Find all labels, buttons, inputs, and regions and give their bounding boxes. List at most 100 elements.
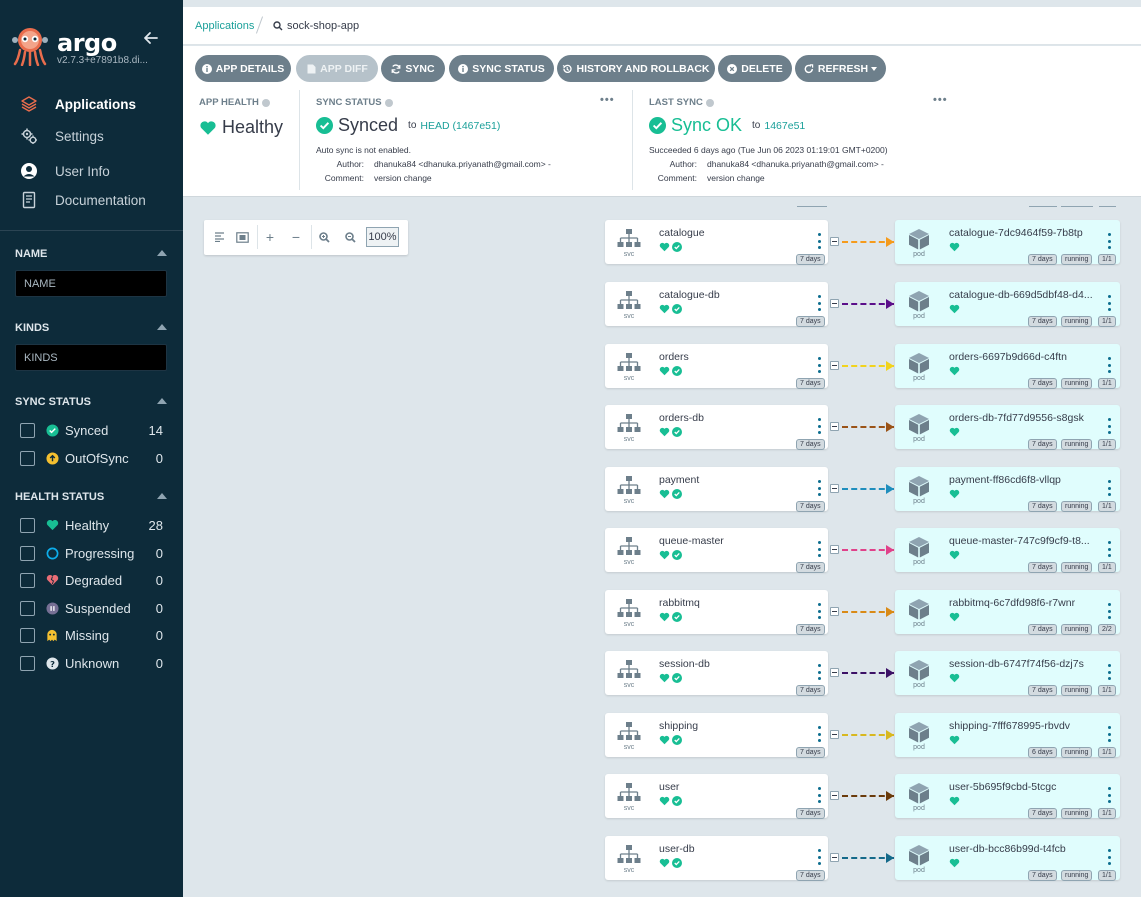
svc-menu-icon[interactable]: [816, 603, 822, 619]
pod-menu-icon[interactable]: [1106, 849, 1112, 865]
healthy-checkbox[interactable]: [20, 517, 35, 533]
collapse-node-icon[interactable]: [830, 484, 839, 493]
pod-node[interactable]: pod session-db-6747f74f56-dzj7s 7 days r…: [895, 651, 1120, 696]
pod-node[interactable]: pod shipping-7fff678995-rbvdv 6 days run…: [895, 713, 1120, 758]
svc-menu-icon[interactable]: [816, 295, 822, 311]
collapse-sync-filter-icon[interactable]: [157, 398, 167, 404]
pod-node[interactable]: pod catalogue-7dc9464f59-7b8tp 7 days ru…: [895, 220, 1120, 265]
pod-menu-icon[interactable]: [1106, 541, 1112, 557]
svc-node[interactable]: svc orders 7 days: [605, 344, 828, 389]
collapse-node-icon[interactable]: [830, 668, 839, 677]
pod-node[interactable]: pod catalogue-db-669d5dbf48-d4... 7 days…: [895, 282, 1120, 327]
filter-unknown[interactable]: ? Unknown 0: [20, 654, 163, 672]
nav-user-info[interactable]: User Info: [20, 159, 110, 183]
svc-node[interactable]: svc session-db 7 days: [605, 651, 828, 696]
svc-node[interactable]: svc orders-db 7 days: [605, 405, 828, 450]
suspended-checkbox[interactable]: [20, 600, 35, 616]
nav-settings[interactable]: Settings: [20, 124, 104, 148]
sync-status-button[interactable]: SYNC STATUS: [449, 55, 554, 82]
outofsync-checkbox[interactable]: [20, 450, 35, 466]
synced-checkbox[interactable]: [20, 422, 35, 438]
svc-node[interactable]: svc catalogue 7 days: [605, 220, 828, 265]
last-sync-more-icon[interactable]: •••: [933, 94, 948, 106]
kinds-filter-input[interactable]: [15, 344, 167, 371]
nav-documentation[interactable]: Documentation: [20, 188, 146, 212]
sync-status-more-icon[interactable]: •••: [600, 94, 615, 106]
filter-progressing[interactable]: Progressing 0: [20, 544, 163, 562]
collapse-node-icon[interactable]: [830, 299, 839, 308]
sync-revision-link[interactable]: HEAD (1467e51): [420, 120, 500, 132]
svc-node[interactable]: svc rabbitmq 7 days: [605, 590, 828, 635]
pod-node[interactable]: pod rabbitmq-6c7dfd98f6-r7wnr 7 days run…: [895, 590, 1120, 635]
svc-node[interactable]: svc shipping 7 days: [605, 713, 828, 758]
svc-node[interactable]: svc queue-master 7 days: [605, 528, 828, 573]
svc-node[interactable]: svc user 7 days: [605, 774, 828, 819]
nav-applications[interactable]: Applications: [20, 92, 136, 116]
svc-menu-icon[interactable]: [816, 480, 822, 496]
svc-node[interactable]: svc catalogue-db 7 days: [605, 282, 828, 327]
pod-node[interactable]: pod payment-ff86cd6f8-vllqp 7 days runni…: [895, 467, 1120, 512]
help-icon[interactable]: [261, 98, 270, 107]
collapse-node-icon[interactable]: [830, 422, 839, 431]
collapse-name-filter-icon[interactable]: [157, 250, 167, 256]
app-search[interactable]: sock-shop-app: [273, 20, 359, 32]
collapse-node-icon[interactable]: [830, 607, 839, 616]
filter-missing[interactable]: Missing 0: [20, 626, 163, 644]
svc-menu-icon[interactable]: [816, 849, 822, 865]
svc-menu-icon[interactable]: [816, 418, 822, 434]
pod-node[interactable]: pod orders-6697b9d66d-c4ftn 7 days runni…: [895, 344, 1120, 389]
refresh-button[interactable]: REFRESH: [795, 55, 886, 82]
history-rollback-button[interactable]: HISTORY AND ROLLBACK: [557, 55, 715, 82]
app-diff-button[interactable]: APP DIFF: [296, 55, 378, 82]
degraded-checkbox[interactable]: [20, 572, 35, 588]
pod-menu-icon[interactable]: [1106, 787, 1112, 803]
collapse-node-icon[interactable]: [830, 791, 839, 800]
tree-marker: [1029, 206, 1057, 207]
help-icon[interactable]: [705, 98, 714, 107]
collapse-node-icon[interactable]: [830, 730, 839, 739]
last-sync-revision-link[interactable]: 1467e51: [764, 120, 805, 132]
pod-menu-icon[interactable]: [1106, 726, 1112, 742]
svc-menu-icon[interactable]: [816, 726, 822, 742]
pod-menu-icon[interactable]: [1106, 664, 1112, 680]
svc-menu-icon[interactable]: [816, 541, 822, 557]
collapse-sidebar-icon[interactable]: [142, 29, 160, 47]
filter-synced[interactable]: Synced 14: [20, 421, 163, 439]
pod-menu-icon[interactable]: [1106, 418, 1112, 434]
progressing-checkbox[interactable]: [20, 545, 35, 561]
pod-node[interactable]: pod user-5b695f9cbd-5tcgc 7 days running…: [895, 774, 1120, 819]
svc-menu-icon[interactable]: [816, 787, 822, 803]
filter-outofsync[interactable]: OutOfSync 0: [20, 449, 163, 467]
breadcrumb-applications-link[interactable]: Applications: [195, 20, 254, 32]
collapse-node-icon[interactable]: [830, 545, 839, 554]
collapse-node-icon[interactable]: [830, 237, 839, 246]
svc-menu-icon[interactable]: [816, 357, 822, 373]
svc-node[interactable]: svc payment 7 days: [605, 467, 828, 512]
pod-node[interactable]: pod user-db-bcc86b99d-t4fcb 7 days runni…: [895, 836, 1120, 881]
collapse-kinds-filter-icon[interactable]: [157, 324, 167, 330]
collapse-health-filter-icon[interactable]: [157, 493, 167, 499]
service-icon: [617, 353, 641, 371]
collapse-node-icon[interactable]: [830, 853, 839, 862]
pod-menu-icon[interactable]: [1106, 357, 1112, 373]
collapse-node-icon[interactable]: [830, 361, 839, 370]
svc-menu-icon[interactable]: [816, 233, 822, 249]
filter-degraded[interactable]: Degraded 0: [20, 571, 163, 589]
help-icon[interactable]: [384, 98, 393, 107]
svc-node[interactable]: svc user-db 7 days: [605, 836, 828, 881]
filter-healthy[interactable]: Healthy 28: [20, 516, 163, 534]
unknown-checkbox[interactable]: [20, 655, 35, 671]
name-filter-input[interactable]: [15, 270, 167, 297]
filter-suspended[interactable]: Suspended 0: [20, 599, 163, 617]
delete-button[interactable]: DELETE: [718, 55, 792, 82]
pod-menu-icon[interactable]: [1106, 233, 1112, 249]
pod-node[interactable]: pod queue-master-747c9f9cf9-t8... 7 days…: [895, 528, 1120, 573]
app-details-button[interactable]: APP DETAILS: [195, 55, 291, 82]
pod-menu-icon[interactable]: [1106, 480, 1112, 496]
pod-menu-icon[interactable]: [1106, 295, 1112, 311]
missing-checkbox[interactable]: [20, 627, 35, 643]
pod-menu-icon[interactable]: [1106, 603, 1112, 619]
pod-node[interactable]: pod orders-db-7fd77d9556-s8gsk 7 days ru…: [895, 405, 1120, 450]
svc-menu-icon[interactable]: [816, 664, 822, 680]
sync-button[interactable]: SYNC: [381, 55, 445, 82]
